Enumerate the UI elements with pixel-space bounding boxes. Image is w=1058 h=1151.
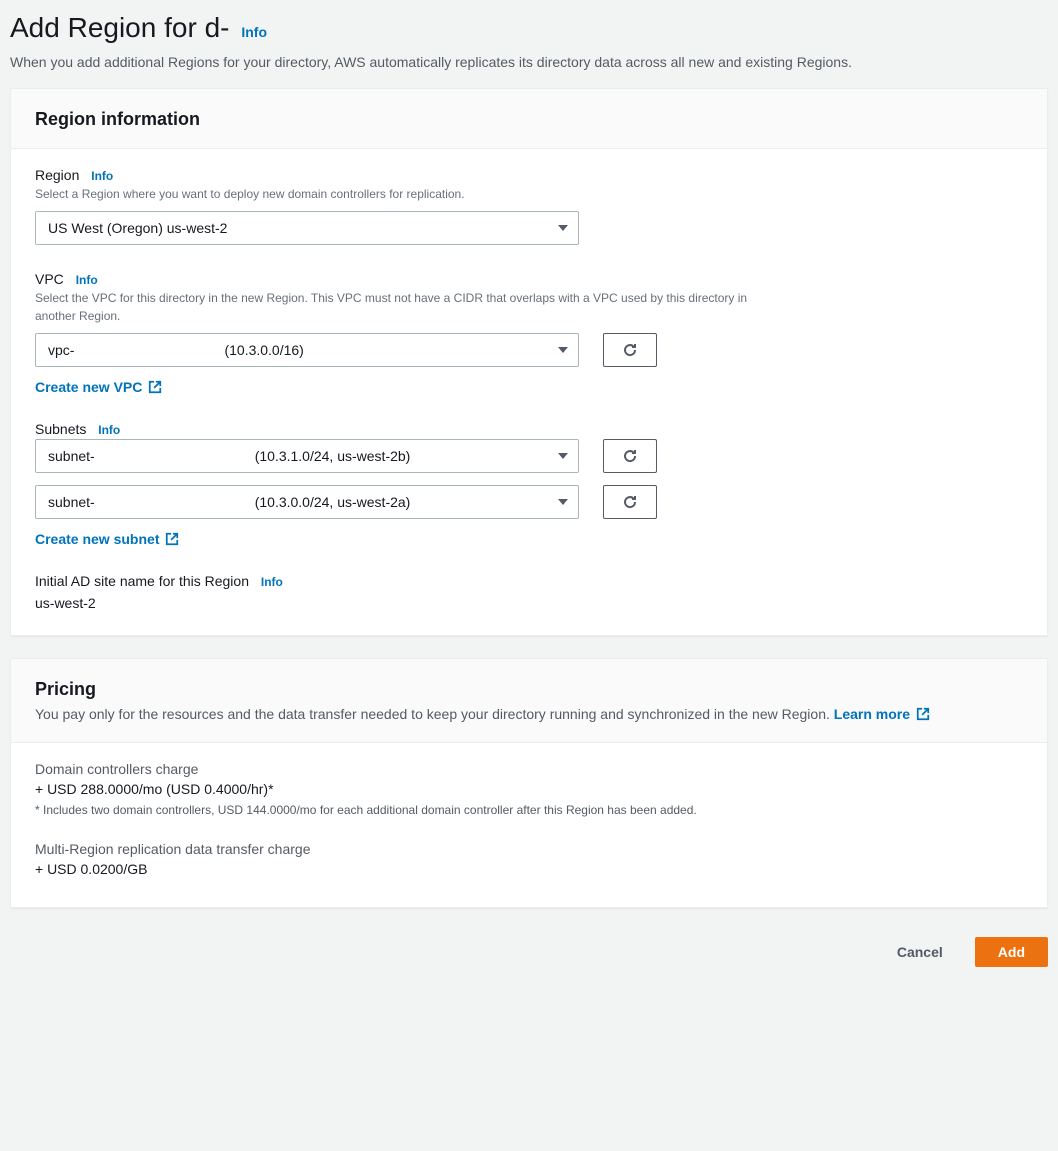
vpc-select[interactable]: vpc- (10.3.0.0/16) [35, 333, 579, 367]
caret-down-icon [558, 225, 568, 231]
ad-site-info-link[interactable]: Info [261, 575, 283, 589]
subnets-label-text: Subnets [35, 421, 86, 437]
footer-actions: Cancel Add [10, 930, 1048, 982]
subnet-select-1-left: subnet- [48, 494, 95, 510]
pricing-panel-header: Pricing You pay only for the resources a… [11, 659, 1047, 743]
region-panel-title: Region information [35, 109, 1023, 130]
pricing-subtitle-row: You pay only for the resources and the d… [35, 704, 1023, 724]
caret-down-icon [558, 453, 568, 459]
external-link-icon [165, 532, 179, 546]
region-select[interactable]: US West (Oregon) us-west-2 [35, 211, 579, 245]
region-field: Region Info Select a Region where you wa… [35, 167, 1023, 245]
region-information-panel: Region information Region Info Select a … [10, 88, 1048, 636]
ad-site-label-text: Initial AD site name for this Region [35, 573, 249, 589]
caret-down-icon [558, 499, 568, 505]
create-vpc-link[interactable]: Create new VPC [35, 379, 162, 395]
dc-charge-label: Domain controllers charge [35, 761, 1023, 777]
subnet-select-1[interactable]: subnet- (10.3.0.0/24, us-west-2a) [35, 485, 579, 519]
region-label-text: Region [35, 167, 79, 183]
create-subnet-link-text: Create new subnet [35, 531, 159, 547]
subnet-select-0-right: (10.3.1.0/24, us-west-2b) [95, 448, 546, 464]
external-link-icon [916, 707, 930, 721]
page-header: Add Region for d- Info When you add addi… [10, 10, 1048, 88]
subnets-label: Subnets Info [35, 421, 1023, 437]
pricing-panel: Pricing You pay only for the resources a… [10, 658, 1048, 908]
subnet-refresh-button-0[interactable] [603, 439, 657, 473]
page-title: Add Region for d- [10, 10, 229, 46]
vpc-refresh-button[interactable] [603, 333, 657, 367]
dc-charge-value: + USD 288.0000/mo (USD 0.4000/hr)* [35, 781, 1023, 797]
vpc-select-value-left: vpc- [48, 342, 74, 358]
panel-header: Region information [11, 89, 1047, 149]
region-info-link[interactable]: Info [91, 169, 113, 183]
pricing-learn-more-text: Learn more [834, 704, 910, 724]
add-button[interactable]: Add [975, 937, 1048, 967]
vpc-select-value-right: (10.3.0.0/16) [74, 342, 546, 358]
subnets-field: Subnets Info subnet- (10.3.1.0/24, us-we… [35, 421, 1023, 547]
region-label: Region Info [35, 167, 1023, 183]
subnets-info-link[interactable]: Info [98, 423, 120, 437]
subnet-refresh-button-1[interactable] [603, 485, 657, 519]
vpc-info-link[interactable]: Info [76, 273, 98, 287]
subnet-select-0[interactable]: subnet- (10.3.1.0/24, us-west-2b) [35, 439, 579, 473]
pricing-title: Pricing [35, 679, 1023, 700]
caret-down-icon [558, 347, 568, 353]
pricing-subtitle: You pay only for the resources and the d… [35, 706, 830, 722]
create-subnet-link[interactable]: Create new subnet [35, 531, 179, 547]
vpc-field: VPC Info Select the VPC for this directo… [35, 271, 1023, 395]
ad-site-label: Initial AD site name for this Region Inf… [35, 573, 1023, 589]
dc-charge-footnote: * Includes two domain controllers, USD 1… [35, 803, 1023, 817]
cancel-button[interactable]: Cancel [885, 936, 955, 968]
refresh-icon [622, 342, 638, 358]
vpc-desc: Select the VPC for this directory in the… [35, 289, 775, 325]
refresh-icon [622, 448, 638, 464]
vpc-label-text: VPC [35, 271, 64, 287]
subnet-select-1-right: (10.3.0.0/24, us-west-2a) [95, 494, 546, 510]
refresh-icon [622, 494, 638, 510]
create-vpc-link-text: Create new VPC [35, 379, 142, 395]
pricing-learn-more-link[interactable]: Learn more [834, 704, 930, 724]
page-title-info-link[interactable]: Info [241, 24, 267, 40]
region-select-value: US West (Oregon) us-west-2 [48, 220, 546, 236]
region-desc: Select a Region where you want to deploy… [35, 185, 775, 203]
page-subtitle: When you add additional Regions for your… [10, 52, 1048, 72]
subnet-select-0-left: subnet- [48, 448, 95, 464]
external-link-icon [148, 380, 162, 394]
ad-site-field: Initial AD site name for this Region Inf… [35, 573, 1023, 611]
transfer-charge-value: + USD 0.0200/GB [35, 861, 1023, 877]
transfer-charge-label: Multi-Region replication data transfer c… [35, 841, 1023, 857]
vpc-label: VPC Info [35, 271, 1023, 287]
ad-site-value: us-west-2 [35, 595, 1023, 611]
